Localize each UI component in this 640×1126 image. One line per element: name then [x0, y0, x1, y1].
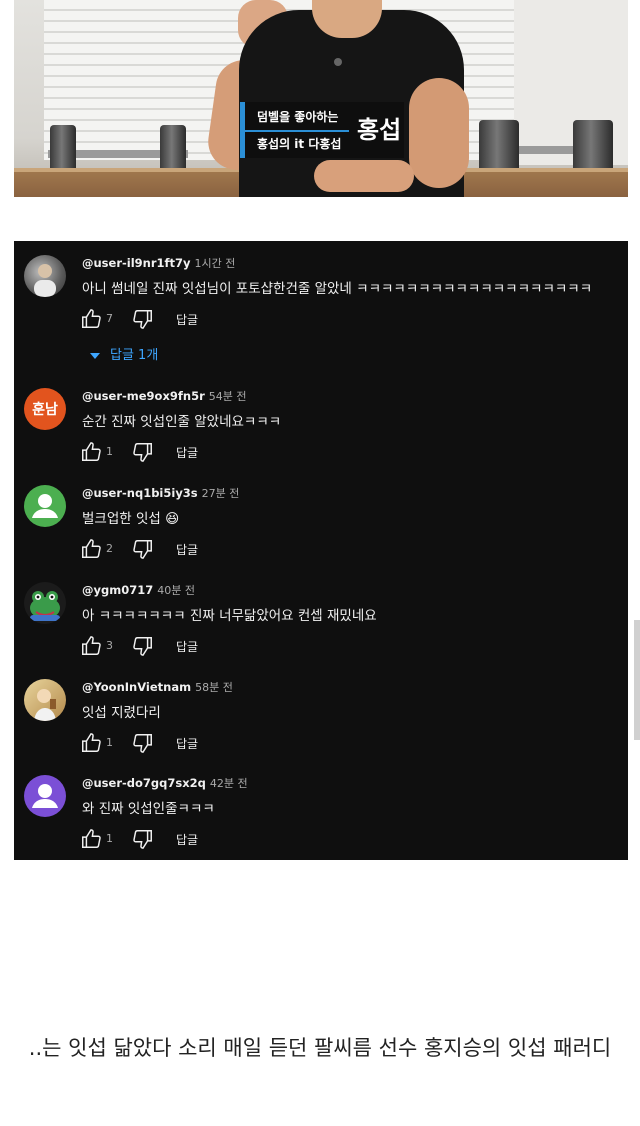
caption-line2: 홍섭의 it 다홍섭: [257, 137, 342, 151]
scrollbar[interactable]: [634, 620, 640, 740]
reply-button[interactable]: 답글: [176, 444, 198, 461]
person-hands: [314, 160, 414, 192]
replies-toggle[interactable]: 답글 1개: [90, 344, 158, 363]
comment-meta: @YoonInVietnam 58분 전: [82, 679, 233, 695]
comment-meta: @user-me9ox9fn5r 54분 전: [82, 388, 246, 404]
caret-down-icon: [90, 352, 100, 359]
comment-time[interactable]: 40분 전: [157, 584, 195, 597]
thumbs-down-icon[interactable]: [132, 732, 154, 754]
thumbs-up-icon[interactable]: [80, 635, 102, 657]
post-caption: ..는 잇섭 닮았다 소리 매일 듣던 팔씨름 선수 홍지승의 잇섭 패러디: [28, 1036, 612, 1060]
comment-text: 순간 진짜 잇섭인줄 알았네요ㅋㅋㅋ: [82, 414, 282, 430]
like-count: 1: [106, 445, 113, 458]
comment-text: 벌크업한 잇섭 😆: [82, 511, 180, 527]
caption-name: 홍섭: [357, 116, 402, 144]
comment-actions: 1 답글: [80, 828, 280, 850]
frog-icon: [30, 591, 60, 621]
photo-avatar-icon: [34, 264, 56, 297]
name-caption: 덤벨을 좋아하는 홍섭의 it 다홍섭 홍섭: [240, 102, 404, 158]
avatar[interactable]: [24, 255, 66, 297]
default-user-icon: [32, 494, 58, 518]
avatar[interactable]: 훈남: [24, 388, 66, 430]
replies-count: 답글 1개: [110, 348, 159, 363]
thumbs-up-icon[interactable]: [80, 538, 102, 560]
caption-accent: [245, 130, 349, 132]
comment-time[interactable]: 1시간 전: [195, 257, 236, 270]
reply-button[interactable]: 답글: [176, 638, 198, 655]
comment-author[interactable]: @user-il9nr1ft7y: [82, 256, 191, 270]
default-user-icon: [32, 784, 58, 808]
reply-button[interactable]: 답글: [176, 311, 198, 328]
thumbs-up-icon[interactable]: [80, 441, 102, 463]
comment-meta: @user-il9nr1ft7y 1시간 전: [82, 255, 235, 271]
like-count: 7: [106, 312, 113, 325]
thumbs-down-icon[interactable]: [132, 441, 154, 463]
like-count: 3: [106, 639, 113, 652]
video-thumbnail[interactable]: 덤벨을 좋아하는 홍섭의 it 다홍섭 홍섭: [14, 0, 628, 197]
comment-author[interactable]: @YoonInVietnam: [82, 680, 191, 694]
thumbs-up-icon[interactable]: [80, 828, 102, 850]
comment-actions: 1 답글: [80, 732, 280, 754]
comment-actions: 3 답글: [80, 635, 280, 657]
reply-button[interactable]: 답글: [176, 541, 198, 558]
comment-meta: @user-nq1bi5iy3s 27분 전: [82, 485, 239, 501]
thumbs-down-icon[interactable]: [132, 538, 154, 560]
caption-line1: 덤벨을 좋아하는: [257, 110, 339, 124]
comments-section: @user-il9nr1ft7y 1시간 전 아니 썸네일 진짜 잇섭님이 포토샵…: [14, 241, 628, 860]
like-count: 2: [106, 542, 113, 555]
reply-button[interactable]: 답글: [176, 735, 198, 752]
photo-avatar-icon: [34, 689, 56, 721]
comment-text: 아 ㅋㅋㅋㅋㅋㅋㅋ 진짜 너무닮았어요 컨셉 재밌네요: [82, 608, 377, 624]
person-right-arm: [409, 78, 469, 188]
comment-author[interactable]: @user-do7gq7sx2q: [82, 776, 206, 790]
avatar[interactable]: [24, 485, 66, 527]
thumbs-down-icon[interactable]: [132, 308, 154, 330]
comment-time[interactable]: 54분 전: [209, 390, 247, 403]
like-count: 1: [106, 736, 113, 749]
comment-author[interactable]: @ygm0717: [82, 583, 153, 597]
comment-meta: @user-do7gq7sx2q 42분 전: [82, 775, 248, 791]
thumbs-up-icon[interactable]: [80, 732, 102, 754]
like-count: 1: [106, 832, 113, 845]
comment-author[interactable]: @user-nq1bi5iy3s: [82, 486, 198, 500]
comment-author[interactable]: @user-me9ox9fn5r: [82, 389, 205, 403]
comment-meta: @ygm0717 40분 전: [82, 582, 195, 598]
comment-actions: 1 답글: [80, 441, 280, 463]
lapel-mic: [334, 58, 342, 66]
reply-button[interactable]: 답글: [176, 831, 198, 848]
comment-text: 잇섭 지렸다리: [82, 705, 161, 721]
avatar-initials: 훈남: [32, 402, 58, 418]
comment-actions: 7 답글: [80, 308, 280, 330]
avatar[interactable]: [24, 679, 66, 721]
thumbs-up-icon[interactable]: [80, 308, 102, 330]
avatar[interactable]: [24, 582, 66, 624]
thumbs-down-icon[interactable]: [132, 635, 154, 657]
comment-time[interactable]: 42분 전: [210, 777, 248, 790]
comment-time[interactable]: 27분 전: [202, 487, 240, 500]
avatar[interactable]: [24, 775, 66, 817]
comment-actions: 2 답글: [80, 538, 280, 560]
comment-time[interactable]: 58분 전: [195, 681, 233, 694]
thumbs-down-icon[interactable]: [132, 828, 154, 850]
comment-text: 아니 썸네일 진짜 잇섭님이 포토샵한건줄 알았네 ㅋㅋㅋㅋㅋㅋㅋㅋㅋㅋㅋㅋㅋㅋ…: [82, 281, 593, 297]
comment-text: 와 진짜 잇섭인줄ㅋㅋㅋ: [82, 801, 215, 817]
